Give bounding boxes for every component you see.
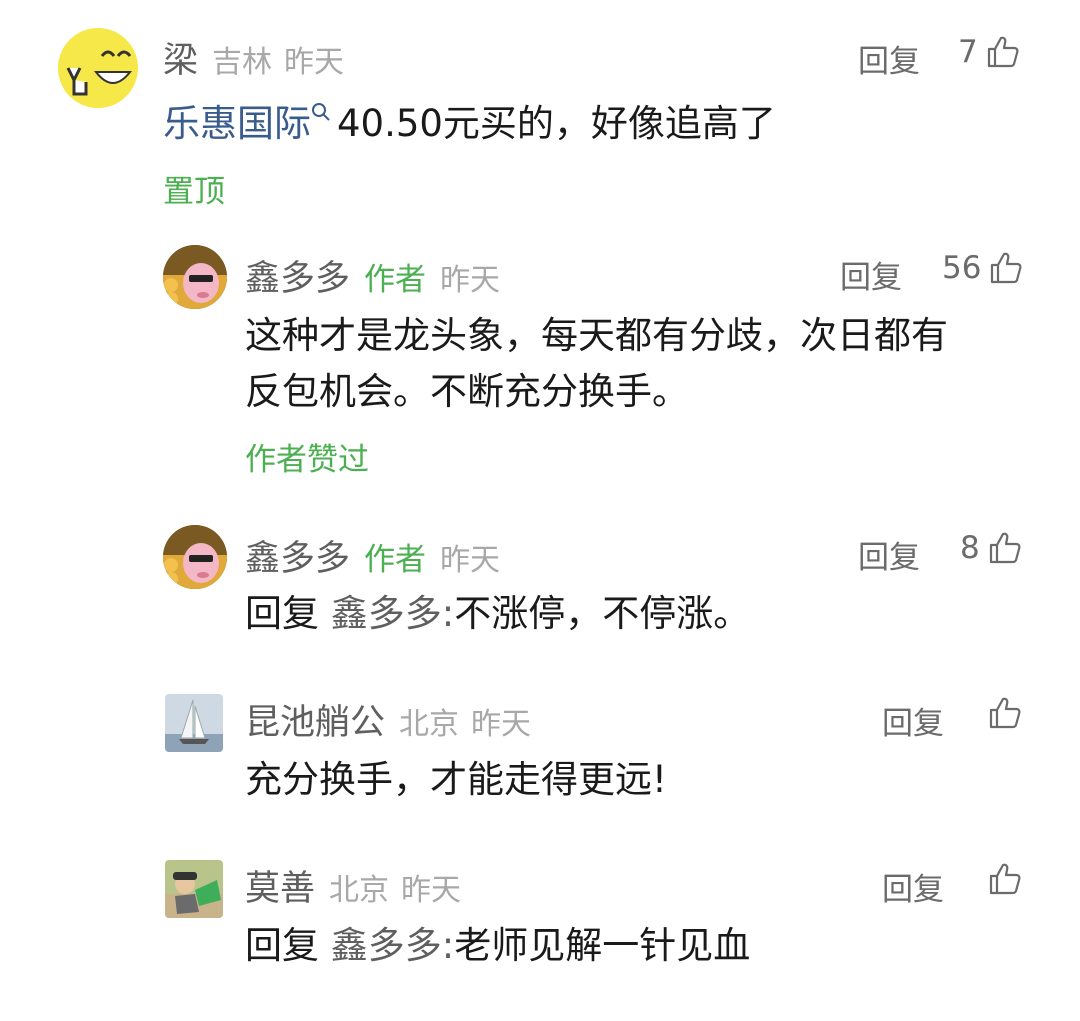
commenter-name[interactable]: 鑫多多 xyxy=(245,530,350,581)
comment-item: 梁 吉林 昨天 回复 7 乐惠国际 40.50元买的，好像追高了 置顶 xyxy=(0,0,1080,230)
commenter-name[interactable]: 梁 xyxy=(163,32,198,83)
comment-meta: 鑫多多 作者 昨天 xyxy=(245,250,500,301)
reply-button[interactable]: 回复 xyxy=(858,532,920,577)
author-badge: 作者 xyxy=(364,542,427,578)
comment-meta: 梁 吉林 昨天 xyxy=(163,32,344,83)
comment-text: 这种才是龙头象，每天都有分歧，次日都有 反包机会。不断充分换手。 xyxy=(245,308,948,420)
timestamp: 昨天 xyxy=(471,707,532,742)
avatar[interactable] xyxy=(163,525,227,589)
avatar[interactable] xyxy=(165,860,223,918)
thumbs-up-icon xyxy=(988,696,1022,730)
author-badge: 作者 xyxy=(364,262,427,298)
comment-item: 鑫多多 作者 昨天 回复 8 回复 鑫多多:不涨停，不停涨。 xyxy=(0,510,1080,670)
timestamp: 昨天 xyxy=(284,45,345,80)
commenter-name[interactable]: 莫善 xyxy=(245,860,315,911)
reply-target[interactable]: 鑫多多: xyxy=(331,592,454,635)
sailboat-avatar-icon xyxy=(165,694,223,752)
timestamp: 昨天 xyxy=(440,543,501,578)
search-icon xyxy=(312,103,330,121)
reply-prefix: 回复 xyxy=(245,592,319,635)
comment-body: 老师见解一针见血 xyxy=(454,924,751,967)
commenter-name[interactable]: 鑫多多 xyxy=(245,250,350,301)
comment-meta: 鑫多多 作者 昨天 xyxy=(245,530,500,581)
location: 吉林 xyxy=(212,45,273,80)
stock-link[interactable]: 乐惠国际 xyxy=(163,102,311,145)
like-button[interactable]: 56 xyxy=(942,250,1023,286)
comment-body: 不涨停，不停涨。 xyxy=(454,592,751,635)
avatar[interactable] xyxy=(165,694,223,752)
like-button[interactable] xyxy=(988,696,1022,730)
comment-text: 回复 鑫多多:不涨停，不停涨。 xyxy=(245,586,750,642)
avatar[interactable] xyxy=(58,28,138,108)
thumbs-up-icon xyxy=(988,531,1022,565)
thumbs-up-icon xyxy=(986,35,1020,69)
cartoon-avatar-icon xyxy=(163,525,227,589)
like-count: 8 xyxy=(960,530,980,566)
location: 北京 xyxy=(329,873,390,908)
pinned-badge: 置顶 xyxy=(163,174,225,210)
reply-target[interactable]: 鑫多多: xyxy=(331,924,454,967)
reply-prefix: 回复 xyxy=(245,924,319,967)
photo-avatar-icon xyxy=(165,860,223,918)
commenter-name[interactable]: 昆池艄公 xyxy=(245,694,385,745)
reply-button[interactable]: 回复 xyxy=(858,36,920,81)
comment-body-line: 反包机会。不断充分换手。 xyxy=(245,370,689,413)
cartoon-avatar-icon xyxy=(163,245,227,309)
comment-meta: 莫善 北京 昨天 xyxy=(245,860,461,911)
comment-item: 鑫多多 作者 昨天 回复 56 这种才是龙头象，每天都有分歧，次日都有 反包机会… xyxy=(0,230,1080,500)
location: 北京 xyxy=(399,707,460,742)
timestamp: 昨天 xyxy=(440,263,501,298)
reply-button[interactable]: 回复 xyxy=(882,864,944,909)
like-count: 7 xyxy=(958,34,978,70)
like-button[interactable]: 8 xyxy=(960,530,1022,566)
reply-button[interactable]: 回复 xyxy=(840,252,902,297)
reply-button[interactable]: 回复 xyxy=(882,698,944,743)
thumbs-up-icon xyxy=(988,862,1022,896)
comment-body-line: 这种才是龙头象，每天都有分歧，次日都有 xyxy=(245,314,948,357)
comment-body: 40.50元买的，好像追高了 xyxy=(337,102,776,145)
comment-meta: 昆池艄公 北京 昨天 xyxy=(245,694,531,745)
avatar[interactable] xyxy=(163,245,227,309)
smiley-avatar-icon xyxy=(58,28,138,108)
thumbs-up-icon xyxy=(989,251,1023,285)
like-button[interactable]: 7 xyxy=(958,34,1020,70)
comment-text: 充分换手，才能走得更远! xyxy=(245,752,667,808)
author-liked-badge: 作者赞过 xyxy=(245,442,369,478)
comment-item: 莫善 北京 昨天 回复 回复 鑫多多:老师见解一针见血 xyxy=(0,846,1080,1021)
timestamp: 昨天 xyxy=(401,873,462,908)
like-button[interactable] xyxy=(988,862,1022,896)
comment-body: 充分换手，才能走得更远! xyxy=(245,758,667,801)
like-count: 56 xyxy=(942,250,982,286)
comment-text: 回复 鑫多多:老师见解一针见血 xyxy=(245,918,750,974)
comment-text: 乐惠国际 40.50元买的，好像追高了 xyxy=(163,96,776,152)
comment-item: 昆池艄公 北京 昨天 回复 充分换手，才能走得更远! xyxy=(0,680,1080,840)
